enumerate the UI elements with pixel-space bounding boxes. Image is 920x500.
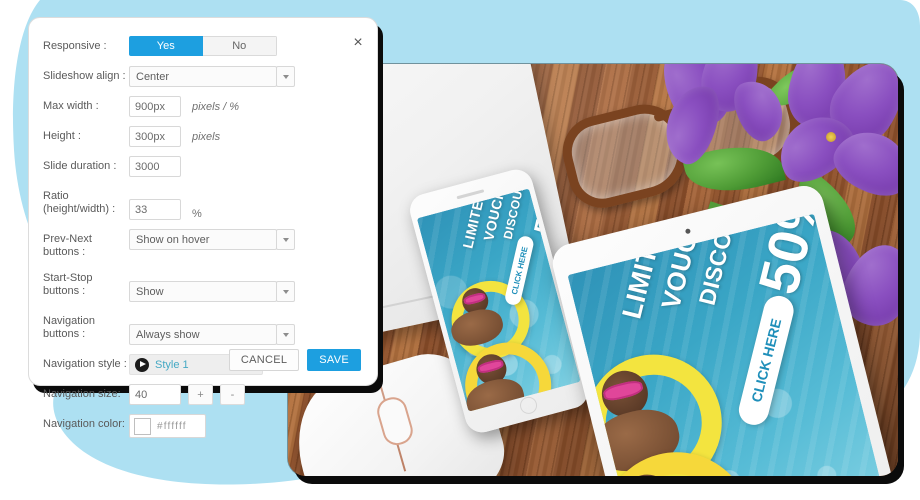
settings-form: Responsive : Yes No Slideshow align : Ce… (29, 18, 377, 438)
navigation-style-value: Style 1 (155, 358, 189, 371)
phone-speaker (456, 189, 485, 200)
responsive-yes-option[interactable]: Yes (129, 36, 203, 56)
chevron-down-icon[interactable] (276, 229, 295, 250)
row-prev-next-buttons: Prev-Next buttons : Show on hover (43, 229, 359, 259)
max-width-units: pixels / % (192, 100, 240, 113)
row-max-width: Max width : pixels / % (43, 96, 359, 117)
prev-next-buttons-value: Show on hover (136, 233, 210, 246)
slideshow-align-select[interactable]: Center (129, 66, 295, 87)
max-width-input[interactable] (129, 96, 181, 117)
slideshow-settings-dialog: × Responsive : Yes No Slideshow align : … (28, 17, 378, 438)
flower-stamen (826, 132, 836, 142)
color-swatch-icon[interactable] (134, 417, 151, 435)
device-photo-panel: LIMITED VOUCHER DISCOUNT 50% CLICK HERE (288, 64, 898, 476)
dialog-footer: CANCEL SAVE (228, 349, 361, 371)
mouse-scroll-wheel (373, 393, 416, 449)
chevron-down-icon[interactable] (276, 281, 295, 302)
start-stop-buttons-select[interactable]: Show (129, 281, 295, 302)
label-responsive: Responsive : (43, 40, 107, 52)
navigation-color-picker[interactable]: #ffffff (129, 414, 206, 438)
row-height: Height : pixels (43, 126, 359, 147)
responsive-toggle[interactable]: Yes No (129, 36, 277, 56)
navigation-size-decrease-button[interactable]: - (220, 384, 245, 405)
prev-next-buttons-select[interactable]: Show on hover (129, 229, 295, 250)
row-slide-duration: Slide duration : (43, 156, 359, 177)
navigation-buttons-value: Always show (136, 328, 200, 341)
navigation-buttons-select[interactable]: Always show (129, 324, 295, 345)
start-stop-buttons-value: Show (136, 285, 164, 298)
navigation-color-value: #ffffff (157, 420, 187, 432)
height-units: pixels (192, 130, 221, 143)
row-responsive: Responsive : Yes No (43, 36, 359, 57)
slide-duration-input[interactable] (129, 156, 181, 177)
ratio-units: % (192, 208, 202, 220)
promo-line-4: 50% (745, 213, 835, 300)
tablet-camera (684, 228, 691, 235)
navigation-size-input[interactable] (129, 384, 181, 405)
promo-line-3: DISCOUNT (693, 213, 749, 308)
label-max-width: Max width : (43, 100, 99, 112)
chevron-down-icon[interactable] (276, 66, 295, 87)
ratio-input[interactable] (129, 199, 181, 220)
label-slide-duration: Slide duration : (43, 160, 117, 172)
play-circle-icon (135, 357, 149, 372)
cancel-button[interactable]: CANCEL (228, 349, 300, 371)
row-navigation-buttons: Navigation buttons : Always show (43, 311, 359, 345)
row-slideshow-align: Slideshow align : Center (43, 66, 359, 87)
label-navigation-buttons: Navigation buttons : (43, 315, 95, 340)
label-slideshow-align: Slideshow align : (43, 70, 126, 82)
row-start-stop-buttons: Start-Stop buttons : Show (43, 268, 359, 302)
row-ratio: Ratio (height/width) : % (43, 186, 359, 220)
label-navigation-style: Navigation style : (43, 358, 127, 370)
navigation-size-increase-button[interactable]: + (188, 384, 213, 405)
row-navigation-color: Navigation color: #ffffff (43, 414, 359, 438)
phone-home-button (517, 395, 539, 416)
label-navigation-color: Navigation color: (43, 418, 125, 430)
label-start-stop-buttons: Start-Stop buttons : (43, 272, 93, 297)
save-button[interactable]: SAVE (307, 349, 361, 371)
responsive-no-option[interactable]: No (202, 36, 277, 56)
screenshot-stage: LIMITED VOUCHER DISCOUNT 50% CLICK HERE (0, 0, 920, 500)
label-height: Height : (43, 130, 81, 142)
slideshow-align-value: Center (136, 70, 170, 83)
row-navigation-size: Navigation size: + - (43, 384, 359, 405)
label-navigation-size: Navigation size: (43, 388, 121, 400)
chevron-down-icon[interactable] (276, 324, 295, 345)
height-input[interactable] (129, 126, 181, 147)
label-prev-next-buttons: Prev-Next buttons : (43, 233, 92, 258)
label-ratio: Ratio (height/width) : (43, 190, 116, 215)
